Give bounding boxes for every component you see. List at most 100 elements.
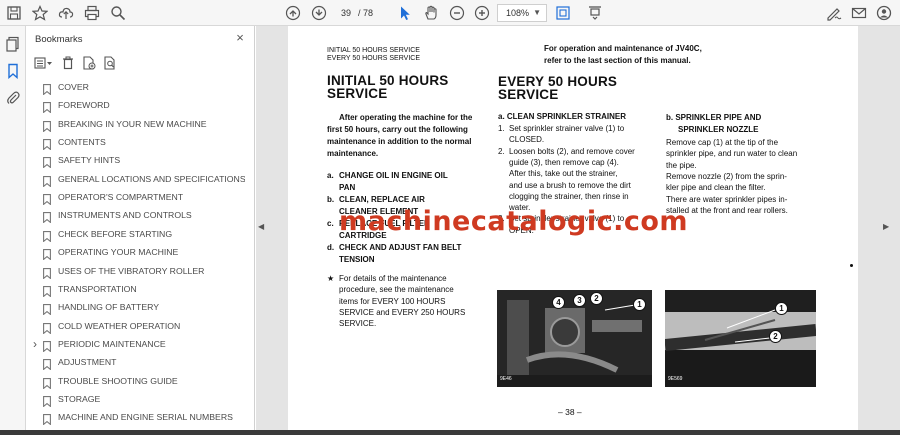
bookmark-item[interactable]: TRANSPORTATION bbox=[26, 280, 245, 298]
zoom-select[interactable]: 108% ▼ bbox=[497, 4, 547, 22]
bookmark-icon bbox=[43, 210, 51, 225]
note-line: procedure, see the maintenance bbox=[339, 285, 454, 295]
list-letter: c. bbox=[327, 219, 334, 228]
bookmark-icon bbox=[43, 302, 51, 316]
list-letter: b. bbox=[327, 195, 335, 204]
bookmark-item[interactable]: COLD WEATHER OPERATION bbox=[26, 317, 245, 335]
bookmark-item[interactable]: GENERAL LOCATIONS AND SPECIFICATIONS bbox=[26, 170, 245, 188]
list-item-line: PAN bbox=[339, 182, 356, 192]
header-right-2: refer to the last section of this manual… bbox=[544, 56, 691, 65]
bookmark-label: HANDLING OF BATTERY bbox=[58, 302, 160, 313]
new-bookmark-icon[interactable] bbox=[82, 56, 96, 70]
callout-2-sprinkler: 2 bbox=[769, 330, 782, 343]
right-para-line: the pipe. bbox=[666, 160, 697, 170]
page-number: – 38 – bbox=[558, 407, 582, 417]
bookmark-icon bbox=[43, 321, 51, 335]
page-up-icon[interactable] bbox=[283, 3, 303, 23]
list-letter: d. bbox=[327, 243, 335, 252]
close-icon[interactable]: × bbox=[233, 30, 247, 45]
options-menu-icon[interactable] bbox=[34, 56, 54, 70]
bookmark-label: COLD WEATHER OPERATION bbox=[58, 320, 181, 331]
callout-1: 1 bbox=[633, 298, 646, 311]
bookmark-item[interactable]: HANDLING OF BATTERY bbox=[26, 298, 245, 316]
step-number: 2. bbox=[498, 146, 505, 156]
navigation-strip bbox=[0, 26, 26, 435]
sign-icon[interactable] bbox=[824, 3, 844, 23]
right-para-line: There are water sprinkler pipes in- bbox=[666, 194, 788, 204]
bookmark-icon bbox=[43, 100, 51, 114]
list-item-line: CHECK AND ADJUST FAN BELT bbox=[339, 243, 462, 252]
bookmark-icon bbox=[43, 376, 51, 390]
left-heading-2: SERVICE bbox=[327, 86, 388, 101]
pages-icon[interactable] bbox=[5, 36, 21, 52]
bookmark-icon bbox=[43, 339, 51, 353]
note-line: SERVICE and EVERY 250 HOURS bbox=[339, 307, 466, 317]
scroll-mode-icon[interactable] bbox=[585, 3, 605, 23]
bookmark-item[interactable]: STORAGE bbox=[26, 390, 245, 408]
bookmark-item[interactable]: COVER bbox=[26, 78, 245, 96]
callout-2: 2 bbox=[590, 292, 603, 305]
bookmark-item[interactable]: FOREWORD bbox=[26, 96, 245, 114]
bookmark-item[interactable]: USES OF THE VIBRATORY ROLLER bbox=[26, 262, 245, 280]
fit-page-icon[interactable] bbox=[553, 3, 573, 23]
header-small-2: EVERY 50 HOURS SERVICE bbox=[327, 55, 420, 62]
collapse-left-icon[interactable]: ◀ bbox=[258, 222, 264, 231]
zoom-value: 108% bbox=[506, 8, 530, 18]
bookmark-tools bbox=[34, 55, 117, 71]
bookmark-item[interactable]: SAFETY HINTS bbox=[26, 151, 245, 169]
bookmark-item[interactable]: CONTENTS bbox=[26, 133, 245, 151]
expand-chevron-icon[interactable]: › bbox=[33, 337, 37, 351]
bookmark-item[interactable]: MACHINE AND ENGINE SERIAL NUMBERS bbox=[26, 408, 245, 426]
bookmark-item[interactable]: BREAKING IN YOUR NEW MACHINE bbox=[26, 115, 245, 133]
page-number-input[interactable]: 39 bbox=[335, 5, 357, 21]
callout-3: 3 bbox=[573, 294, 586, 307]
zoom-out-icon[interactable] bbox=[447, 3, 467, 23]
bookmark-item[interactable]: ADJUSTMENT bbox=[26, 353, 245, 371]
bookmark-label: CONTENTS bbox=[58, 137, 106, 148]
bookmark-item[interactable]: TROUBLE SHOOTING GUIDE bbox=[26, 372, 245, 390]
panel-title: Bookmarks bbox=[35, 34, 83, 45]
right-para-line: sprinkler pipe, and run water to clean bbox=[666, 149, 798, 159]
upload-icon[interactable] bbox=[56, 3, 76, 23]
bookmark-item[interactable]: OPERATOR'S COMPARTMENT bbox=[26, 188, 245, 206]
delete-bookmark-icon[interactable] bbox=[61, 56, 75, 70]
left-para-line: After operating the machine for the bbox=[339, 113, 473, 122]
collapse-right-icon[interactable]: ▶ bbox=[883, 222, 889, 231]
bookmark-icon bbox=[43, 229, 51, 243]
bookmark-label: ADJUSTMENT bbox=[58, 357, 117, 368]
note-star: ★ bbox=[327, 274, 335, 283]
step-line: CLOSED. bbox=[509, 135, 545, 145]
bookmark-icon bbox=[43, 82, 51, 96]
page-mark bbox=[850, 264, 853, 267]
bookmark-item[interactable]: CHECK BEFORE STARTING bbox=[26, 225, 245, 243]
bookmark-item[interactable]: › PERIODIC MAINTENANCE bbox=[26, 335, 245, 353]
bookmark-icon bbox=[43, 119, 51, 133]
step-number: 1. bbox=[498, 124, 505, 133]
bookmark-list: COVER FOREWORD BREAKING IN YOUR NEW MACHIN… bbox=[26, 78, 245, 433]
zoom-search-icon[interactable] bbox=[108, 3, 128, 23]
hand-icon[interactable] bbox=[421, 3, 441, 23]
bookmarks-panel-icon[interactable] bbox=[5, 63, 21, 80]
select-arrow-icon[interactable] bbox=[395, 3, 415, 23]
attachment-icon[interactable] bbox=[5, 90, 21, 106]
bookmark-item[interactable]: INSTRUMENTS AND CONTROLS bbox=[26, 206, 245, 225]
bookmark-item[interactable]: OPERATING YOUR MACHINE bbox=[26, 243, 245, 261]
note-line: SERVICE. bbox=[339, 319, 377, 329]
account-icon[interactable] bbox=[874, 3, 894, 23]
zoom-in-icon[interactable] bbox=[472, 3, 492, 23]
left-para-line: first 50 hours, carry out the following bbox=[327, 125, 468, 134]
email-icon[interactable] bbox=[849, 3, 869, 23]
right-para-line: kler pipe and clean the filter. bbox=[666, 183, 766, 193]
page-down-icon[interactable] bbox=[309, 3, 329, 23]
photo2-caption: 9E569 bbox=[668, 376, 683, 382]
bookmark-label: STORAGE bbox=[58, 393, 101, 404]
bookmark-star-icon[interactable] bbox=[30, 3, 50, 23]
bookmark-label: USES OF THE VIBRATORY ROLLER bbox=[58, 265, 205, 276]
bookmark-label: TRANSPORTATION bbox=[58, 283, 137, 294]
bookmark-icon bbox=[43, 247, 51, 261]
mid-heading-2: SERVICE bbox=[498, 87, 559, 102]
print-icon[interactable] bbox=[82, 3, 102, 23]
bookmark-label: INSTRUMENTS AND CONTROLS bbox=[58, 210, 192, 221]
find-bookmark-icon[interactable] bbox=[103, 56, 117, 70]
save-icon[interactable] bbox=[4, 3, 24, 23]
